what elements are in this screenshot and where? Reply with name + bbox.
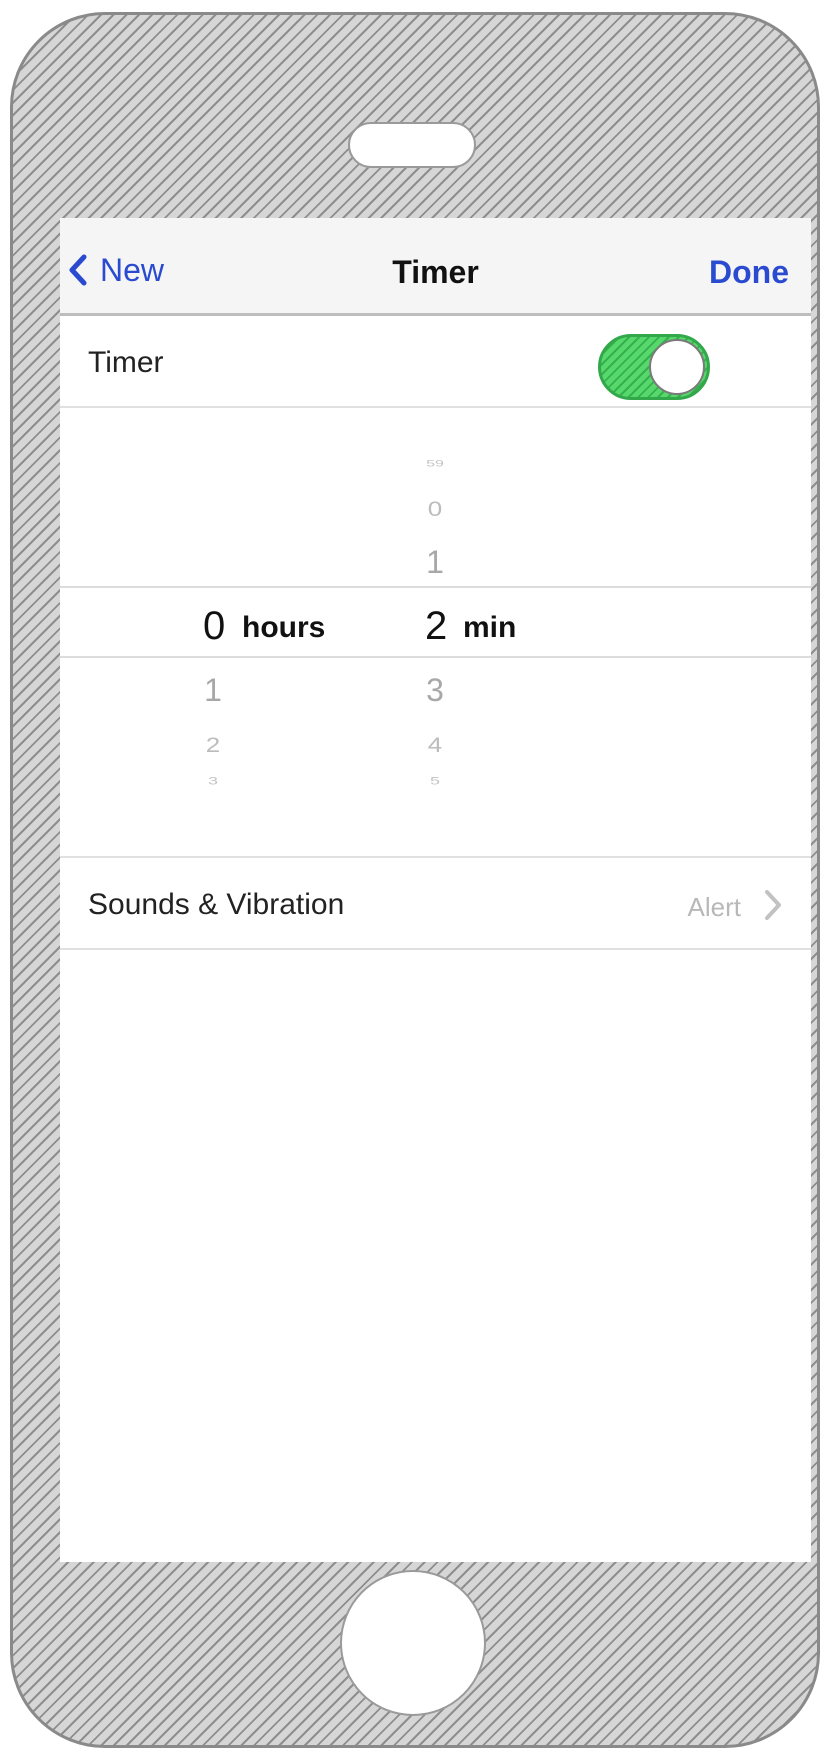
minutes-option[interactable]: 5: [405, 776, 465, 787]
minutes-option[interactable]: 3: [405, 674, 465, 706]
done-button[interactable]: Done: [709, 254, 789, 291]
minutes-unit-label: min: [463, 611, 517, 644]
sound-value: Alert: [687, 892, 741, 922]
screen: New Timer Done Timer 59 0 1 0 hours 2 mi…: [60, 218, 811, 1562]
minutes-option[interactable]: 0: [405, 499, 465, 520]
hours-selected-value[interactable]: 0: [203, 606, 225, 646]
hours-option[interactable]: 1: [183, 674, 243, 706]
minutes-option[interactable]: 4: [405, 735, 465, 756]
hours-option[interactable]: 2: [183, 735, 243, 756]
minutes-option[interactable]: 1: [405, 546, 465, 578]
navigation-bar: New Timer Done: [60, 218, 811, 316]
timer-row-label: Timer: [88, 346, 164, 379]
chevron-right-icon: [765, 890, 781, 920]
home-button[interactable]: [340, 1570, 486, 1716]
hours-option[interactable]: 3: [183, 776, 243, 787]
minutes-selected-value[interactable]: 2: [425, 606, 447, 646]
minutes-option[interactable]: 59: [405, 459, 465, 469]
page-title: Timer: [392, 254, 479, 290]
toggle-knob: [649, 339, 705, 395]
sounds-vibration-row[interactable]: Sounds & Vibration Alert: [60, 856, 811, 950]
sounds-vibration-label: Sounds & Vibration: [88, 888, 345, 921]
phone-frame: New Timer Done Timer 59 0 1 0 hours 2 mi…: [10, 12, 820, 1748]
duration-picker[interactable]: 59 0 1 0 hours 2 min 1 2 3 3 4 5: [60, 408, 811, 856]
hours-unit-label: hours: [242, 611, 326, 644]
timer-toggle[interactable]: [598, 334, 710, 400]
speaker-slot: [348, 122, 476, 168]
